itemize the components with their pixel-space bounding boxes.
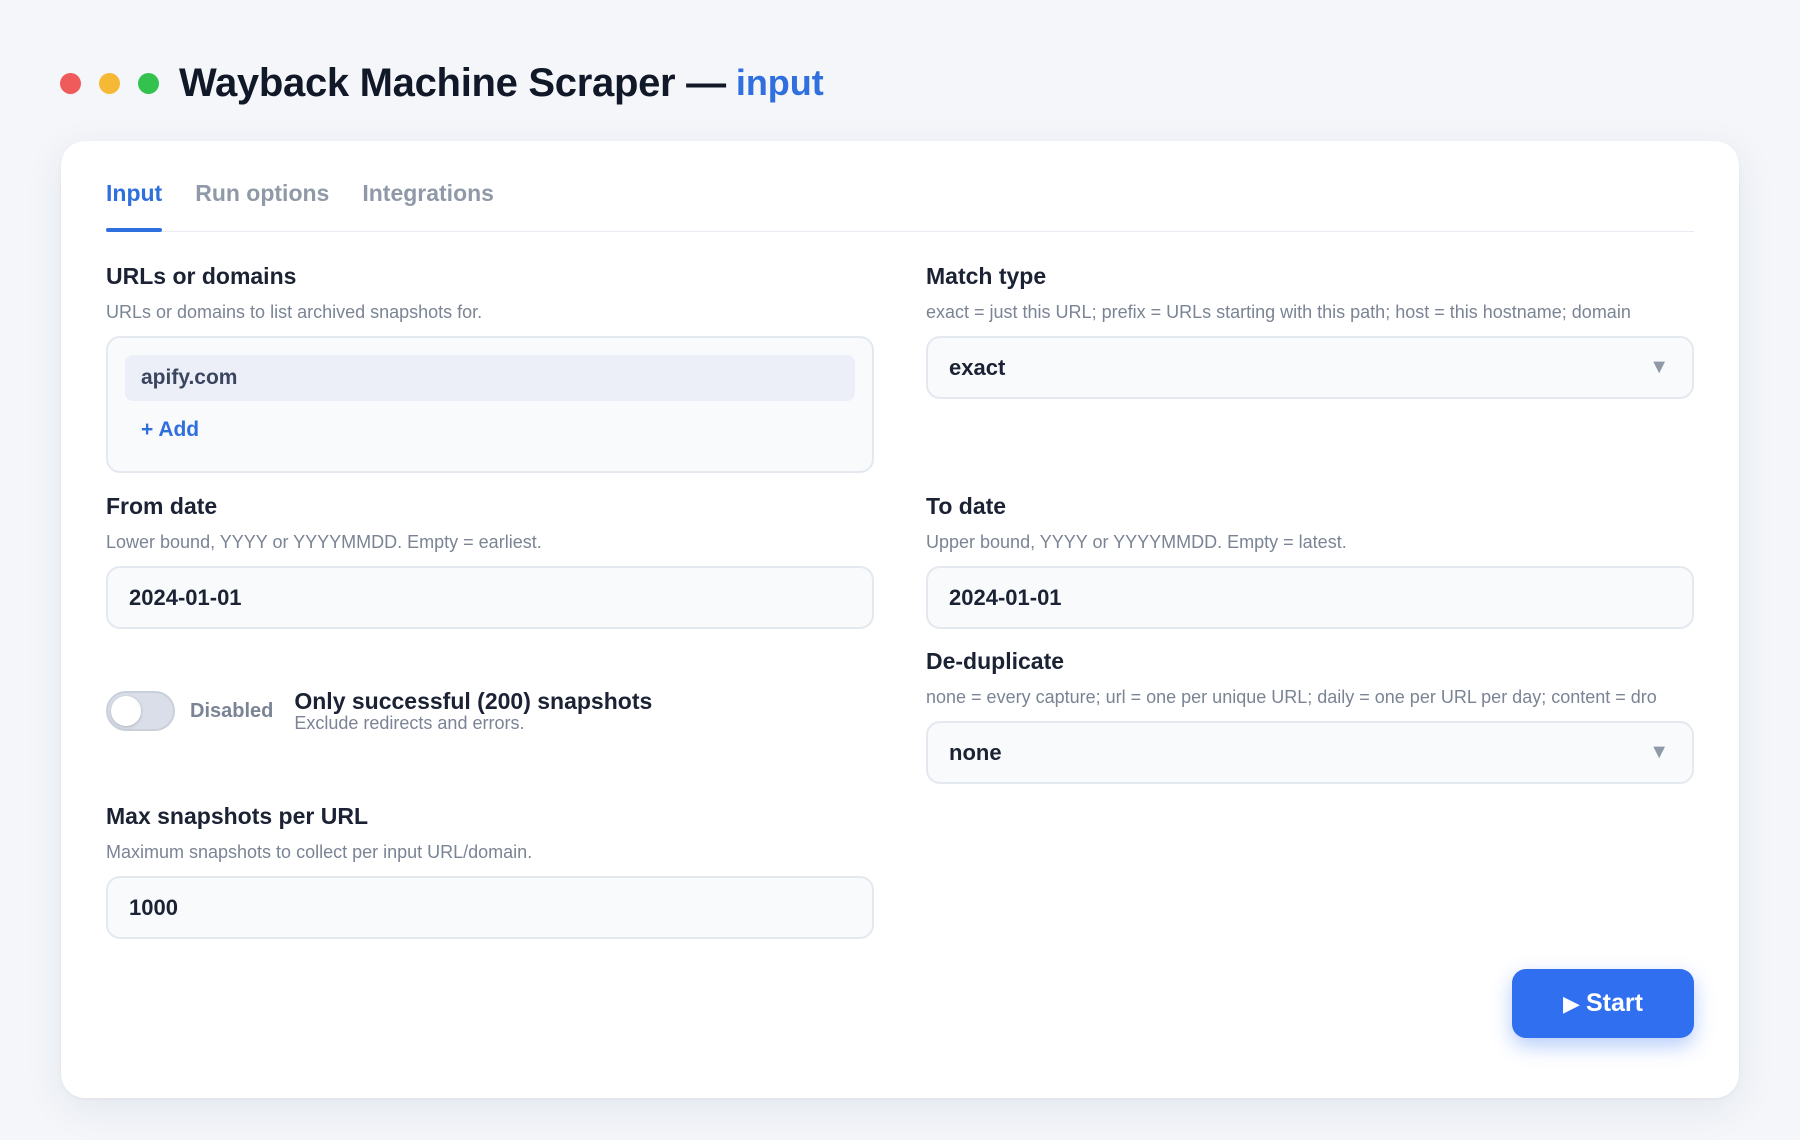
- max-snapshots-input[interactable]: 1000: [106, 876, 874, 939]
- input-form-card: Input Run options Integrations URLs or d…: [61, 141, 1739, 1098]
- dedupe-value: none: [949, 739, 1002, 765]
- from-date-label: From date: [106, 493, 218, 519]
- urls-help: URLs or domains to list archived snapsho…: [106, 302, 483, 322]
- urls-label: URLs or domains: [106, 263, 297, 289]
- tab-bar: Input Run options Integrations: [106, 141, 1694, 232]
- minimize-window-button[interactable]: [99, 72, 120, 94]
- url-list-item[interactable]: apify.com: [125, 355, 855, 401]
- urls-field: URLs or domains URLs or domains to list …: [106, 263, 874, 473]
- maximize-window-button[interactable]: [138, 72, 159, 94]
- tab-input[interactable]: Input: [106, 180, 163, 232]
- caret-down-icon: ▼: [1649, 356, 1669, 378]
- max-snapshots-field: Max snapshots per URL Maximum snapshots …: [106, 803, 874, 939]
- add-url-button[interactable]: + Add: [141, 418, 855, 442]
- to-date-label: To date: [926, 493, 1007, 519]
- only-successful-label: Only successful (200) snapshots: [294, 688, 653, 714]
- max-snapshots-label: Max snapshots per URL: [106, 803, 368, 829]
- from-date-field: From date Lower bound, YYYY or YYYYMMDD.…: [106, 493, 874, 629]
- from-date-help: Lower bound, YYYY or YYYYMMDD. Empty = e…: [106, 532, 542, 552]
- toggle-knob: [111, 696, 141, 726]
- dedupe-label: De-duplicate: [926, 648, 1065, 674]
- start-button-label: Start: [1585, 989, 1643, 1017]
- dedupe-help: none = every capture; url = one per uniq…: [926, 687, 1657, 707]
- to-date-field: To date Upper bound, YYYY or YYYYMMDD. E…: [926, 493, 1694, 629]
- page-subtitle: input: [735, 62, 824, 103]
- only-successful-field: Disabled Only successful (200) snapshots…: [106, 689, 652, 733]
- only-successful-help: Exclude redirects and errors.: [294, 713, 525, 733]
- tab-integrations[interactable]: Integrations: [362, 180, 494, 231]
- from-date-input[interactable]: 2024-01-01: [106, 566, 874, 629]
- to-date-help: Upper bound, YYYY or YYYYMMDD. Empty = l…: [926, 532, 1347, 552]
- match-type-label: Match type: [926, 263, 1047, 289]
- only-successful-toggle[interactable]: [106, 691, 175, 731]
- window-titlebar: Wayback Machine Scraper — input: [60, 58, 824, 108]
- toggle-state-label: Disabled: [190, 699, 274, 722]
- play-icon: ▶: [1563, 990, 1580, 1016]
- urls-list: apify.com + Add: [106, 336, 874, 473]
- caret-down-icon: ▼: [1649, 741, 1669, 763]
- start-button[interactable]: ▶ Start: [1512, 969, 1694, 1038]
- match-type-value: exact: [949, 354, 1006, 380]
- close-window-button[interactable]: [60, 72, 81, 94]
- match-type-select[interactable]: exact ▼: [926, 336, 1694, 399]
- max-snapshots-help: Maximum snapshots to collect per input U…: [106, 842, 533, 862]
- page-title: Wayback Machine Scraper —: [179, 60, 726, 105]
- dedupe-field: De-duplicate none = every capture; url =…: [926, 648, 1694, 784]
- to-date-input[interactable]: 2024-01-01: [926, 566, 1694, 629]
- tab-run-options[interactable]: Run options: [195, 180, 329, 231]
- dedupe-select[interactable]: none ▼: [926, 721, 1694, 784]
- match-type-field: Match type exact = just this URL; prefix…: [926, 263, 1694, 399]
- match-type-help: exact = just this URL; prefix = URLs sta…: [926, 302, 1631, 322]
- toggle-text: Only successful (200) snapshots Exclude …: [294, 689, 652, 733]
